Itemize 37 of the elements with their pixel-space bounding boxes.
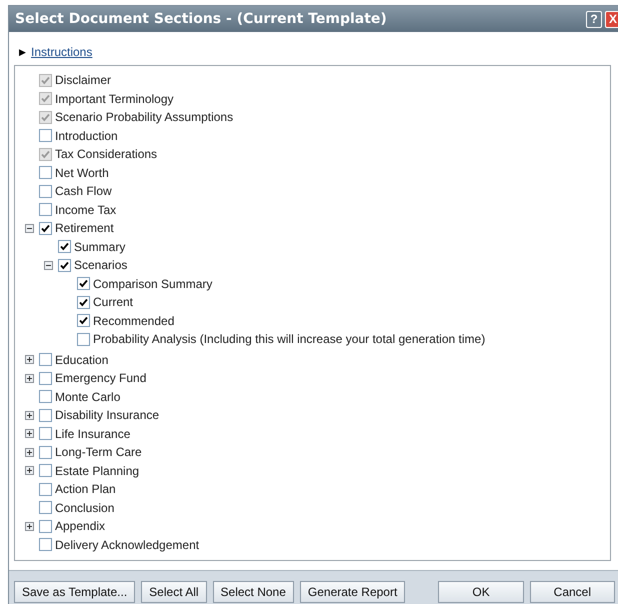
section-label: Cash Flow <box>55 184 112 198</box>
section-label: Tax Considerations <box>55 147 158 162</box>
section-label: Appendix <box>55 519 106 534</box>
footer-button[interactable]: Cancel <box>530 581 616 603</box>
section-label: Disability Insurance <box>55 408 160 422</box>
footer-button[interactable]: Select None <box>212 581 294 603</box>
section-label: Monte Carlo <box>55 390 120 404</box>
footer-button[interactable]: OK <box>438 581 524 603</box>
section-label: Disclaimer <box>55 73 112 88</box>
help-button[interactable]: ? <box>586 10 602 28</box>
section-label: Recommended <box>93 314 174 328</box>
section-label: Net Worth <box>55 166 109 180</box>
section-label: Emergency Fund <box>55 371 146 386</box>
section-label: Retirement <box>55 221 114 236</box>
expand-arrow[interactable]: ▶ <box>19 47 26 57</box>
section-label: Income Tax <box>55 202 116 217</box>
section-label: Long-Term Care <box>55 445 142 460</box>
section-label: Education <box>55 352 108 367</box>
section-label: Life Insurance <box>55 426 130 441</box>
window-title: Select Document Sections - (Current Template) <box>15 11 388 27</box>
section-label: Introduction <box>55 128 118 143</box>
section-label: Action Plan <box>55 482 116 496</box>
section-label: Summary <box>74 240 126 254</box>
footer-button[interactable]: Select All <box>141 581 207 603</box>
section-label: Estate Planning <box>55 464 140 478</box>
section-label: Comparison Summary <box>93 276 212 291</box>
section-label: Probability Analysis (Including this will increase your total generation time) <box>93 332 486 346</box>
section-label: Scenario Probability Assumptions <box>55 110 234 124</box>
footer-button[interactable]: Generate Report <box>300 581 406 603</box>
close-button[interactable]: X <box>605 10 618 28</box>
section-label: Conclusion <box>55 500 114 515</box>
footer-button[interactable]: Save as Template... <box>14 581 136 603</box>
section-label: Important Terminology <box>55 92 174 106</box>
section-label: Scenarios <box>74 258 128 272</box>
section-label: Current <box>93 295 134 310</box>
section-label: Delivery Acknowledgement <box>55 538 200 552</box>
instructions-link[interactable]: Instructions <box>31 45 92 59</box>
